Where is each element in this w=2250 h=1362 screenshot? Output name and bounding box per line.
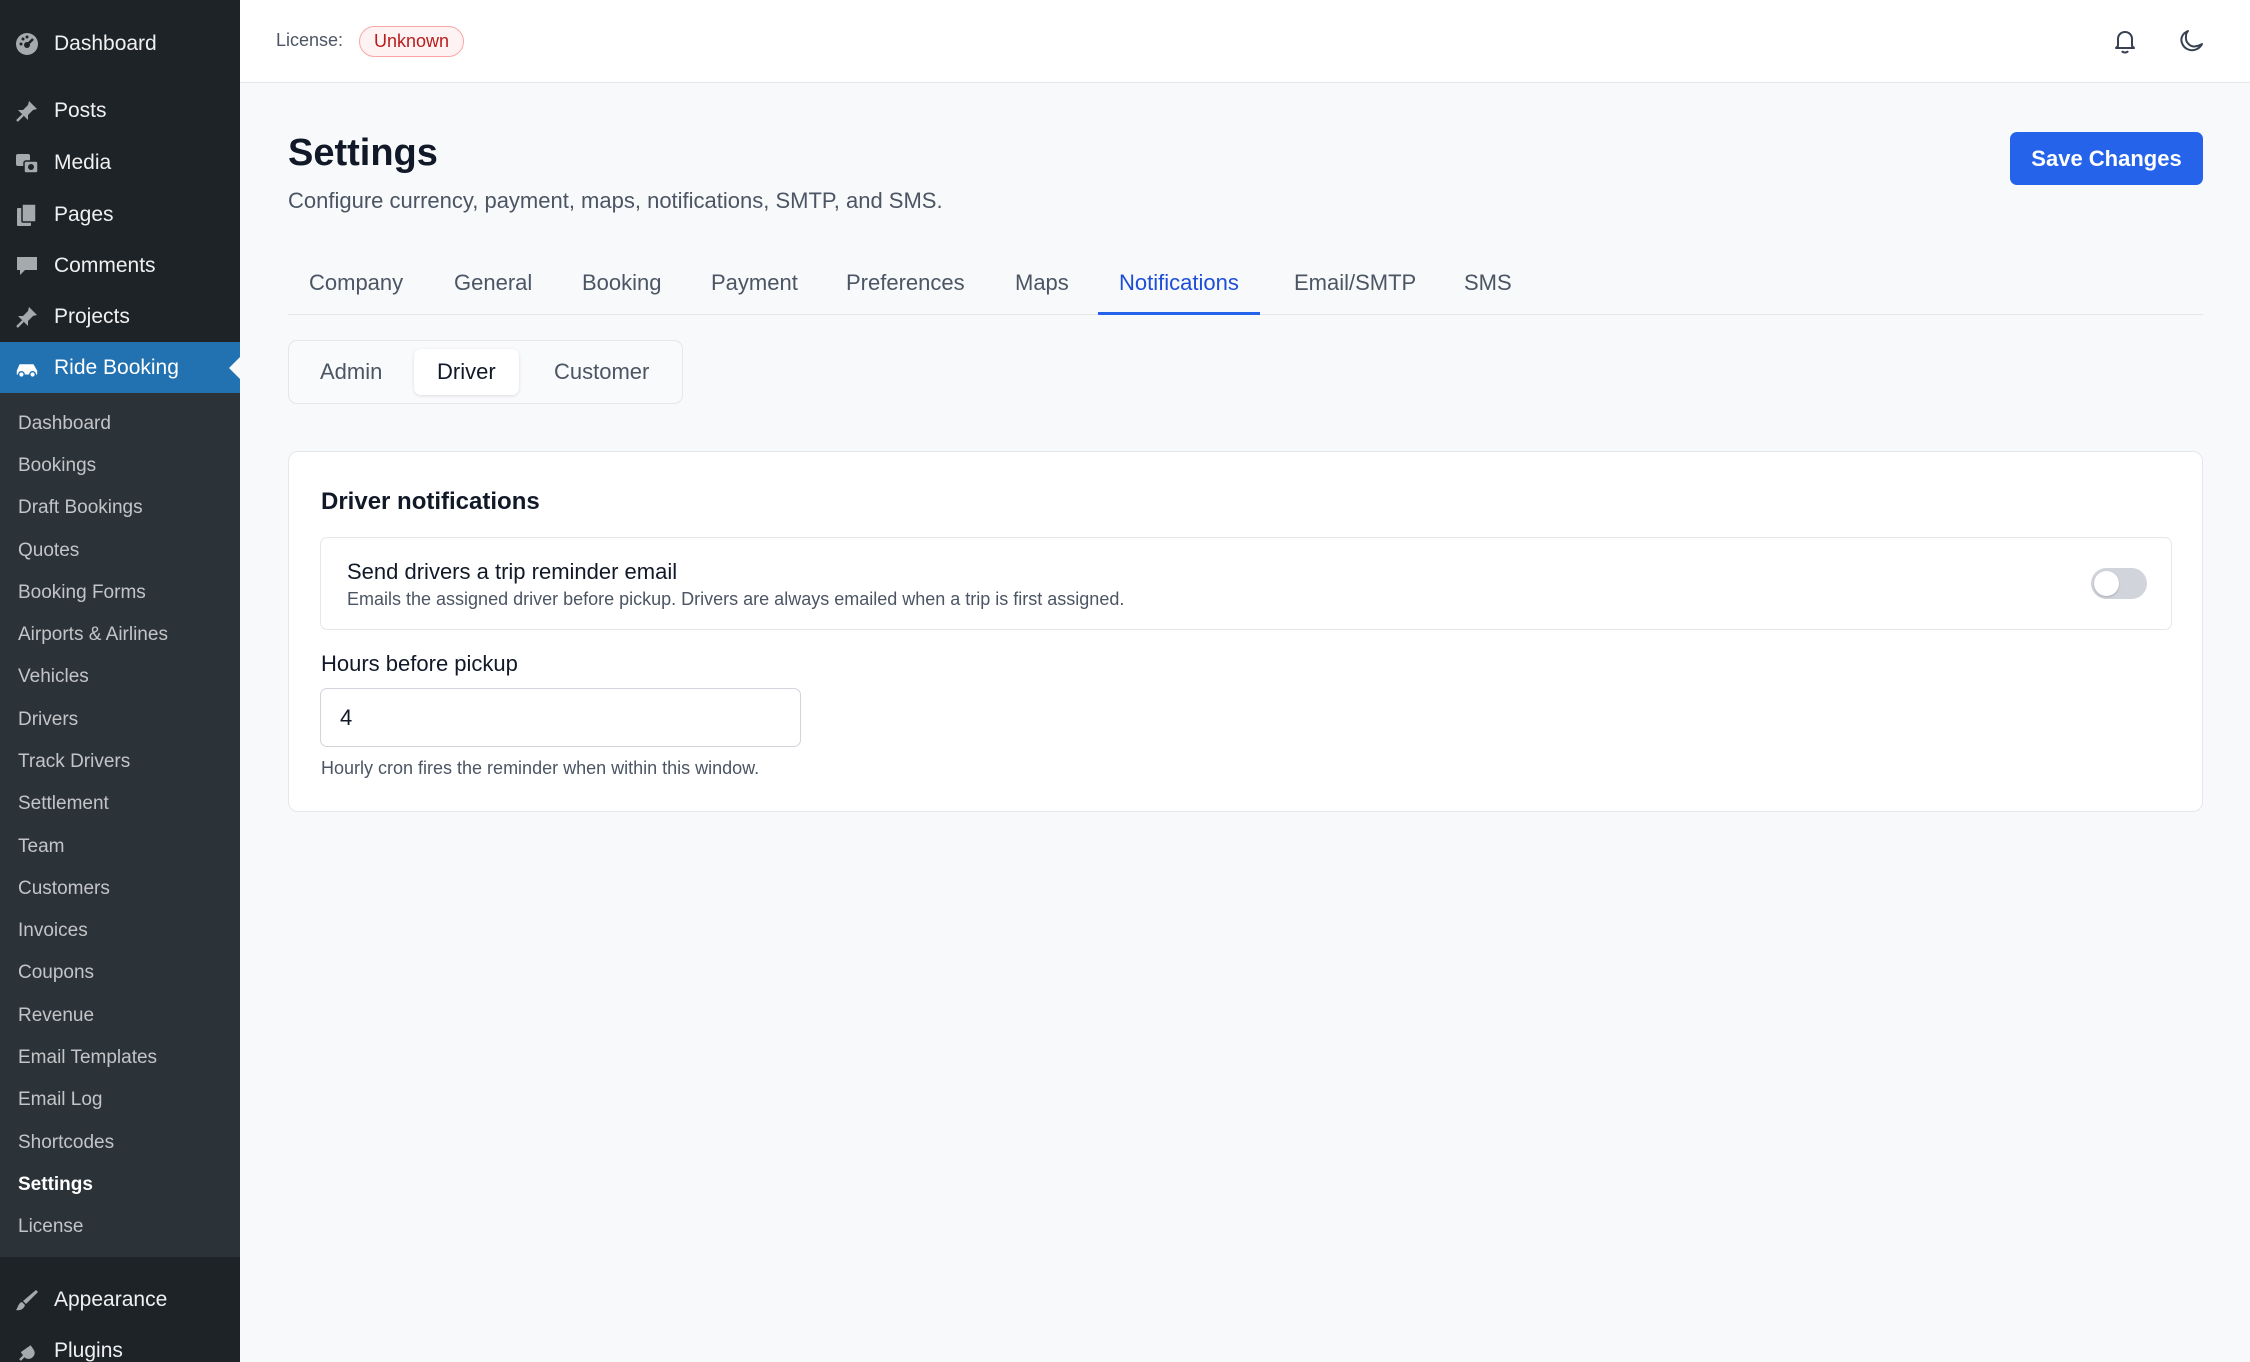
pin-icon [14,304,40,330]
submenu-item-invoices[interactable]: Invoices [18,916,88,946]
submenu-item-settlement[interactable]: Settlement [18,789,109,819]
submenu-item-email-templates[interactable]: Email Templates [18,1043,157,1073]
submenu-item-bookings[interactable]: Bookings [18,451,96,481]
sidebar-item-ride-booking[interactable]: Ride Booking [0,342,240,393]
trip-reminder-toggle[interactable] [2091,568,2147,599]
hours-help-text: Hourly cron fires the reminder when with… [321,758,760,778]
submenu-item-track-drivers[interactable]: Track Drivers [18,747,130,777]
submenu-item-settings[interactable]: Settings [18,1170,93,1200]
hours-before-pickup-input[interactable] [320,688,801,747]
top-bar: License: Unknown [240,0,2250,83]
brush-icon [14,1287,40,1313]
sidebar-item-projects[interactable]: Projects [0,291,240,342]
submenu-item-team[interactable]: Team [18,832,64,862]
card-title: Driver notifications [321,488,540,515]
bell-icon[interactable] [2108,24,2142,58]
submenu-item-shortcodes[interactable]: Shortcodes [18,1128,114,1158]
submenu-item-revenue[interactable]: Revenue [18,1001,94,1031]
car-icon [14,355,40,381]
sidebar-item-label: Dashboard [54,31,157,55]
driver-notifications-card: Driver notifications Send drivers a trip… [288,451,2203,812]
tab-preferences[interactable]: Preferences [825,258,986,315]
media-icon [14,150,40,176]
license-status-badge: Unknown [359,26,465,57]
submenu-item-customers[interactable]: Customers [18,874,110,904]
comment-icon [14,253,40,279]
sidebar-item-posts[interactable]: Posts [0,85,240,136]
toggle-title: Send drivers a trip reminder email [347,559,678,584]
toggle-description: Emails the assigned driver before pickup… [347,589,1125,609]
sidebar-item-label: Plugins [54,1338,123,1362]
submenu-item-drivers[interactable]: Drivers [18,705,78,735]
sidebar-item-label: Appearance [54,1287,168,1311]
submenu-item-airports-airlines[interactable]: Airports & Airlines [18,620,168,650]
sidebar-item-media[interactable]: Media [0,137,240,188]
moon-icon[interactable] [2175,24,2209,58]
save-changes-button[interactable]: Save Changes [2010,132,2203,185]
sidebar-item-pages[interactable]: Pages [0,189,240,240]
pin-icon [14,98,40,124]
hours-before-pickup-label: Hours before pickup [321,651,518,676]
submenu-item-coupons[interactable]: Coupons [18,958,94,988]
sidebar-item-appearance[interactable]: Appearance [0,1274,240,1325]
notification-audience-segment: Admin Driver Customer [288,340,683,404]
toggle-knob [2094,571,2119,596]
trip-reminder-setting: Send drivers a trip reminder email Email… [320,537,2172,630]
sidebar-item-label: Ride Booking [54,355,179,379]
license-label: License: [276,30,344,50]
submenu-item-license[interactable]: License [18,1212,84,1242]
sidebar-item-label: Projects [54,304,130,328]
submenu-item-draft-bookings[interactable]: Draft Bookings [18,493,143,523]
tab-payment[interactable]: Payment [690,258,819,315]
subtab-admin[interactable]: Admin [297,349,405,395]
settings-tabs: Company General Booking Payment Preferen… [288,258,2203,315]
tab-booking[interactable]: Booking [561,258,683,315]
sidebar-item-label: Media [54,150,112,174]
tab-company[interactable]: Company [288,258,424,315]
tab-general[interactable]: General [433,258,553,315]
tab-sms[interactable]: SMS [1443,258,1533,315]
ride-booking-submenu: Dashboard Bookings Draft Bookings Quotes… [0,393,240,1257]
submenu-item-dashboard[interactable]: Dashboard [18,409,111,439]
page-subtitle: Configure currency, payment, maps, notif… [288,188,943,213]
subtab-customer[interactable]: Customer [531,349,672,395]
plug-icon [14,1338,40,1362]
sidebar-item-label: Pages [54,202,114,226]
subtab-driver[interactable]: Driver [414,349,519,395]
sidebar-item-plugins[interactable]: Plugins [0,1325,240,1362]
submenu-item-vehicles[interactable]: Vehicles [18,662,89,692]
sidebar-item-label: Comments [54,253,156,277]
dashboard-icon [14,31,40,57]
tab-maps[interactable]: Maps [994,258,1090,315]
sidebar-item-dashboard[interactable]: Dashboard [0,18,240,69]
tab-email-smtp[interactable]: Email/SMTP [1273,258,1437,315]
sidebar-item-comments[interactable]: Comments [0,240,240,291]
sidebar-item-label: Posts [54,98,107,122]
page-title: Settings [288,132,438,174]
submenu-item-email-log[interactable]: Email Log [18,1085,103,1115]
admin-sidebar: Dashboard Posts Media Pages Comments Pro… [0,0,240,1362]
submenu-item-booking-forms[interactable]: Booking Forms [18,578,146,608]
pages-icon [14,202,40,228]
tab-notifications[interactable]: Notifications [1098,258,1260,315]
submenu-item-quotes[interactable]: Quotes [18,536,79,566]
